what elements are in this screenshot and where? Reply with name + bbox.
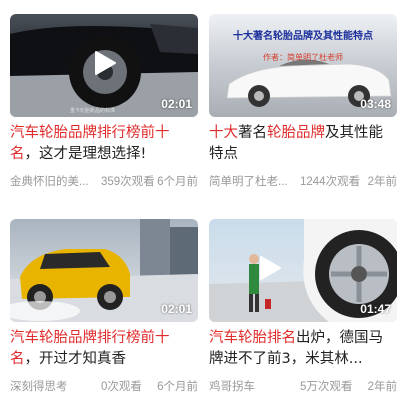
- video-title[interactable]: 汽车轮胎排名出炉，德国马牌进不了前3，米其林...: [209, 328, 397, 370]
- video-title[interactable]: 汽车轮胎品牌排行榜前十名，这才是理想选择!: [10, 123, 198, 165]
- duration-label: 03:48: [360, 97, 391, 111]
- video-card[interactable]: 十大著名轮胎品牌及其性能特点 作者：简单明了杜老师 03:48 十大著名轮胎品牌…: [209, 14, 397, 188]
- duration-label: 02:01: [161, 97, 192, 111]
- publish-time: 2年前: [367, 176, 397, 188]
- view-count: 1244次观看: [300, 176, 361, 188]
- author-name[interactable]: 简单明了杜老...: [209, 173, 288, 189]
- view-count: 5万次观看: [300, 381, 353, 393]
- video-card[interactable]: 02:01 汽车轮胎品牌排行榜前十名，开过才知真香 深刻得思考 0次观看 6个月…: [10, 219, 198, 393]
- thumbnail-heading: 十大著名轮胎品牌及其性能特点: [233, 31, 373, 42]
- duration-label: 02:01: [161, 302, 192, 316]
- view-count: 0次观看: [101, 381, 142, 393]
- video-card[interactable]: 01:47 汽车轮胎排名出炉，德国马牌进不了前3，米其林... 鸡哥拐车 5万次…: [209, 219, 397, 393]
- video-title[interactable]: 汽车轮胎品牌排行榜前十名，开过才知真香: [10, 328, 198, 370]
- publish-time: 6个月前: [157, 176, 198, 188]
- author-name[interactable]: 深刻得思考: [10, 378, 68, 394]
- video-meta: 深刻得思考 0次观看 6个月前: [10, 378, 198, 394]
- play-icon: [260, 255, 281, 280]
- view-count: 359次观看: [101, 176, 155, 188]
- thumbnail-caption: 重卡轮胎新品的标准: [70, 107, 115, 114]
- video-card[interactable]: 重卡轮胎新品的标准 02:01 汽车轮胎品牌排行榜前十名，这才是理想选择! 金典…: [10, 14, 198, 188]
- publish-time: 2年前: [367, 381, 397, 393]
- play-icon: [95, 50, 116, 75]
- video-title[interactable]: 十大著名轮胎品牌及其性能特点: [209, 123, 397, 165]
- publish-time: 6个月前: [157, 381, 198, 393]
- author-name[interactable]: 金典怀旧的美...: [10, 173, 89, 189]
- thumbnail-author: 作者：简单明了杜老师: [263, 53, 343, 62]
- video-meta: 鸡哥拐车 5万次观看 2年前: [209, 378, 397, 394]
- video-thumbnail[interactable]: 重卡轮胎新品的标准 02:01: [10, 14, 198, 117]
- video-meta: 金典怀旧的美... 359次观看 6个月前: [10, 173, 198, 189]
- video-meta: 简单明了杜老... 1244次观看 2年前: [209, 173, 397, 189]
- duration-label: 01:47: [360, 302, 391, 316]
- video-thumbnail[interactable]: 02:01: [10, 219, 198, 322]
- author-name[interactable]: 鸡哥拐车: [209, 378, 255, 394]
- video-thumbnail[interactable]: 01:47: [209, 219, 397, 322]
- video-thumbnail[interactable]: 十大著名轮胎品牌及其性能特点 作者：简单明了杜老师 03:48: [209, 14, 397, 117]
